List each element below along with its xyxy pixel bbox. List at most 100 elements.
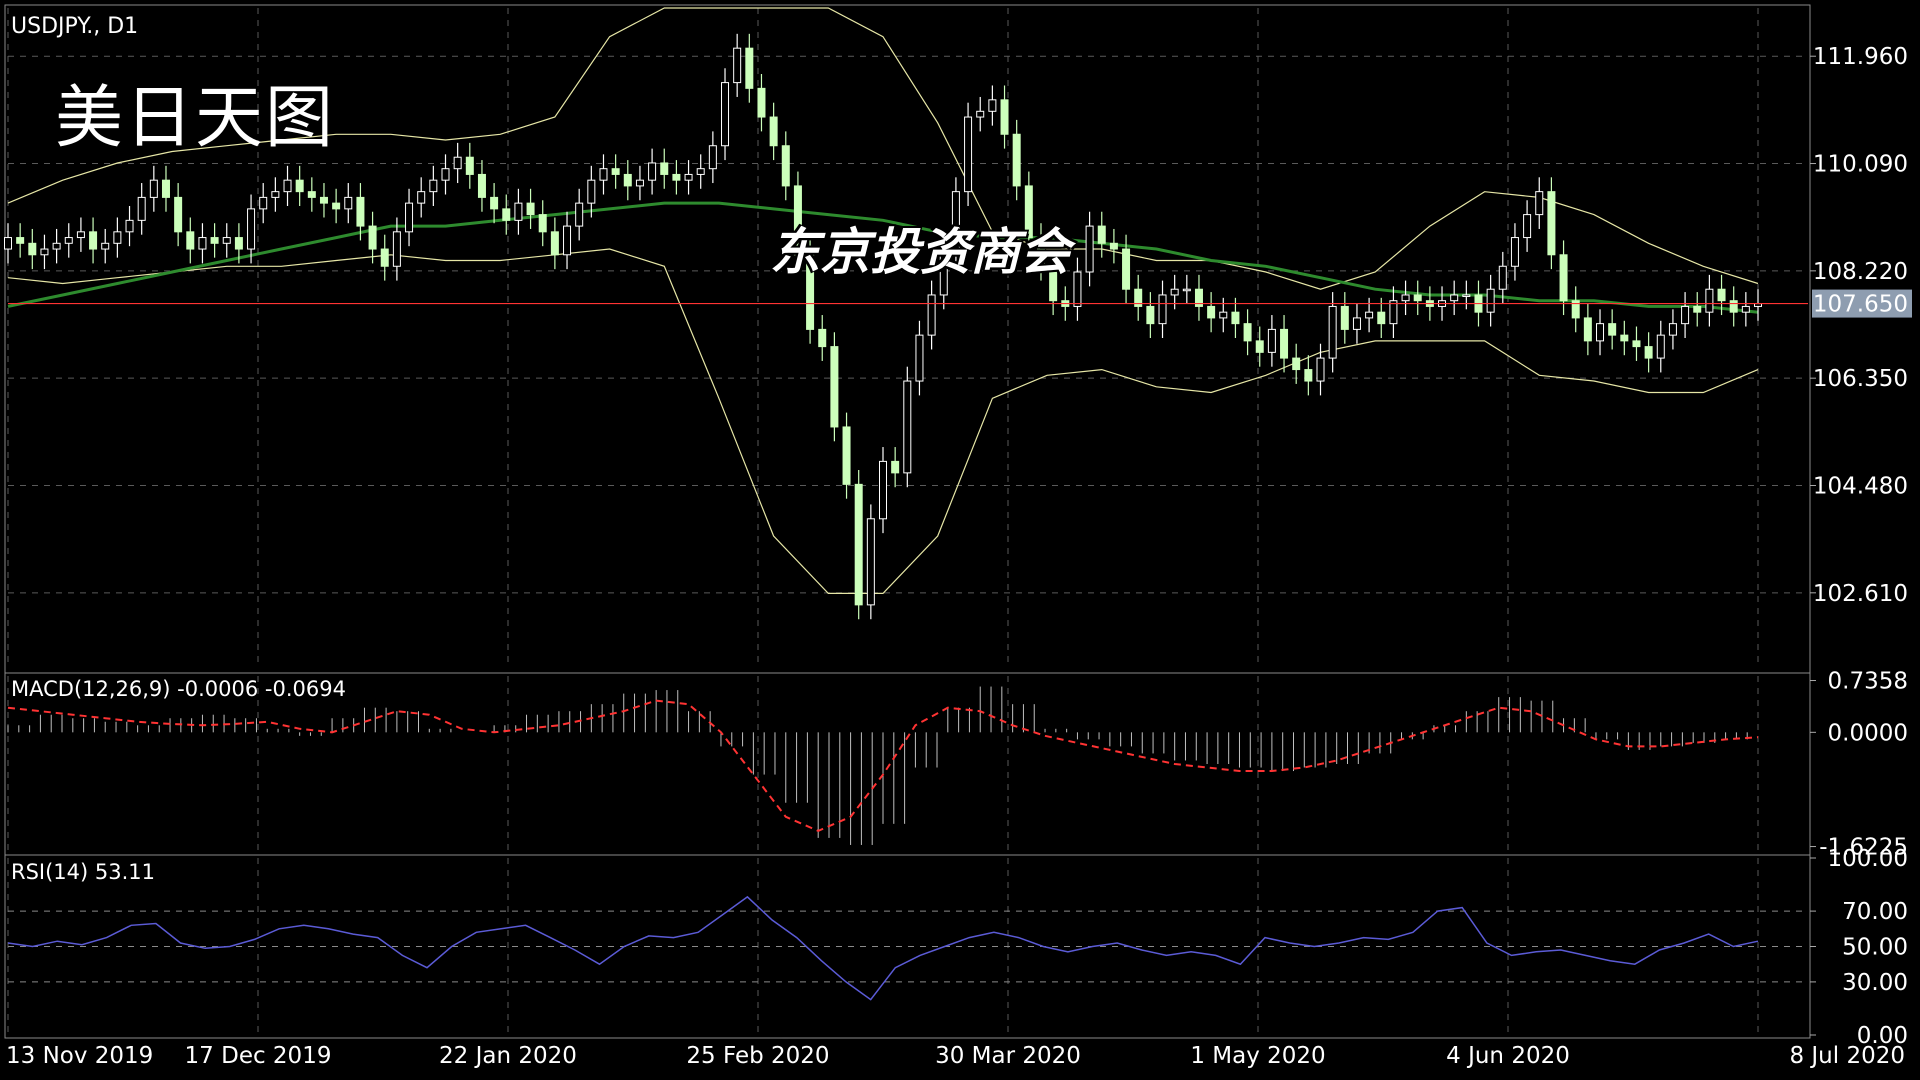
candle-body: [781, 145, 790, 187]
candle-body: [696, 168, 705, 175]
candle-body: [1122, 248, 1131, 290]
candle-body: [295, 179, 304, 193]
macd-panel: [7, 686, 1759, 845]
candle-body: [599, 168, 608, 181]
candle-body: [1073, 271, 1082, 307]
candle-body: [563, 225, 572, 256]
candle-body: [575, 202, 584, 227]
candle-body: [4, 237, 12, 250]
candle-body: [1109, 242, 1118, 250]
candle-body: [1401, 294, 1410, 302]
candle-body: [976, 110, 985, 118]
candle-body: [1729, 300, 1738, 313]
macd-label: MACD(12,26,9) -0.0006 -0.0694: [11, 677, 346, 701]
candle-body: [842, 426, 851, 485]
rsi-panel: [7, 895, 1759, 1001]
candle-body: [721, 82, 730, 147]
candle-body: [1170, 288, 1179, 296]
candle-body: [1559, 254, 1568, 302]
current-price-label: 107.650: [1813, 292, 1908, 318]
candle-body: [1510, 237, 1519, 267]
candle-body: [1486, 288, 1495, 313]
candle-body: [429, 179, 438, 193]
candle-body: [1255, 340, 1264, 353]
candle-body: [1182, 288, 1191, 292]
symbol-label: USDJPY., D1: [11, 14, 138, 39]
candle-body: [271, 191, 280, 198]
candle-body: [526, 202, 535, 216]
candle-body: [1741, 305, 1750, 313]
candle-body: [161, 179, 170, 198]
candle-body: [259, 196, 268, 210]
candle-body: [1498, 265, 1507, 290]
candle-body: [1146, 305, 1155, 325]
candle-body: [733, 47, 742, 84]
candle-body: [635, 179, 644, 187]
candle-body: [1583, 317, 1592, 342]
candle-body: [465, 156, 474, 175]
rsi-label: RSI(14) 53.11: [11, 860, 155, 884]
candle-body: [1267, 328, 1276, 353]
x-tick-label: 4 Jun 2020: [1446, 1043, 1570, 1069]
x-tick-label: 30 Mar 2020: [935, 1043, 1081, 1069]
bollinger-lower-line: [7, 248, 1759, 594]
rsi-tick-label: 70.00: [1842, 899, 1908, 925]
candle-body: [113, 231, 122, 244]
candle-body: [1632, 340, 1641, 348]
candle-body: [623, 173, 632, 187]
candle-body: [76, 231, 85, 239]
candle-body: [1523, 214, 1532, 239]
candle-body: [757, 87, 766, 118]
candle-body: [915, 334, 924, 382]
candle-body: [818, 328, 827, 348]
candle-body: [283, 179, 292, 193]
candle-body: [1000, 99, 1009, 135]
candle-body: [477, 173, 486, 198]
candle-body: [927, 294, 936, 336]
macd-tick-label: 0.7358: [1828, 669, 1908, 695]
candle-body: [222, 237, 231, 244]
rsi-line: [7, 895, 1759, 1001]
candle-body: [1304, 369, 1313, 382]
candle-body: [198, 237, 207, 250]
candle-body: [307, 191, 316, 198]
candle-body: [174, 196, 183, 233]
candle-body: [368, 225, 377, 250]
candle-body: [28, 242, 37, 256]
candle-body: [550, 231, 559, 256]
candle-body: [40, 248, 49, 256]
candle-body: [745, 47, 754, 89]
candle-body: [101, 242, 110, 250]
candle-body: [380, 248, 389, 267]
candle-body: [684, 173, 693, 181]
candle-body: [1012, 133, 1021, 187]
candle-body: [1450, 294, 1459, 302]
candle-body: [1535, 191, 1544, 216]
candle-body: [1243, 323, 1252, 342]
candle-body: [672, 173, 681, 181]
candle-body: [137, 196, 146, 221]
x-tick-label: 1 May 2020: [1190, 1043, 1325, 1069]
candle-body: [210, 237, 219, 244]
rsi-tick-label: 0.00: [1857, 1023, 1908, 1049]
candle-body: [234, 237, 243, 250]
candle-body: [490, 196, 499, 210]
rsi-tick-label: 30.00: [1842, 970, 1908, 996]
candle-body: [1547, 191, 1556, 256]
candle-body: [660, 162, 669, 175]
candle-body: [708, 145, 717, 170]
candle-body: [453, 156, 462, 170]
candle-body: [964, 116, 973, 193]
candle-body: [125, 219, 134, 233]
candle-body: [52, 242, 61, 250]
candle-body: [1158, 294, 1167, 325]
candle-body: [1352, 317, 1361, 330]
candle-body: [611, 168, 620, 175]
candle-body: [441, 168, 450, 181]
candle-body: [1085, 225, 1094, 273]
candle-body: [1656, 334, 1665, 359]
candle-body: [587, 179, 596, 204]
candle-body: [769, 116, 778, 147]
candle-body: [1365, 311, 1374, 319]
candle-body: [1608, 323, 1617, 336]
